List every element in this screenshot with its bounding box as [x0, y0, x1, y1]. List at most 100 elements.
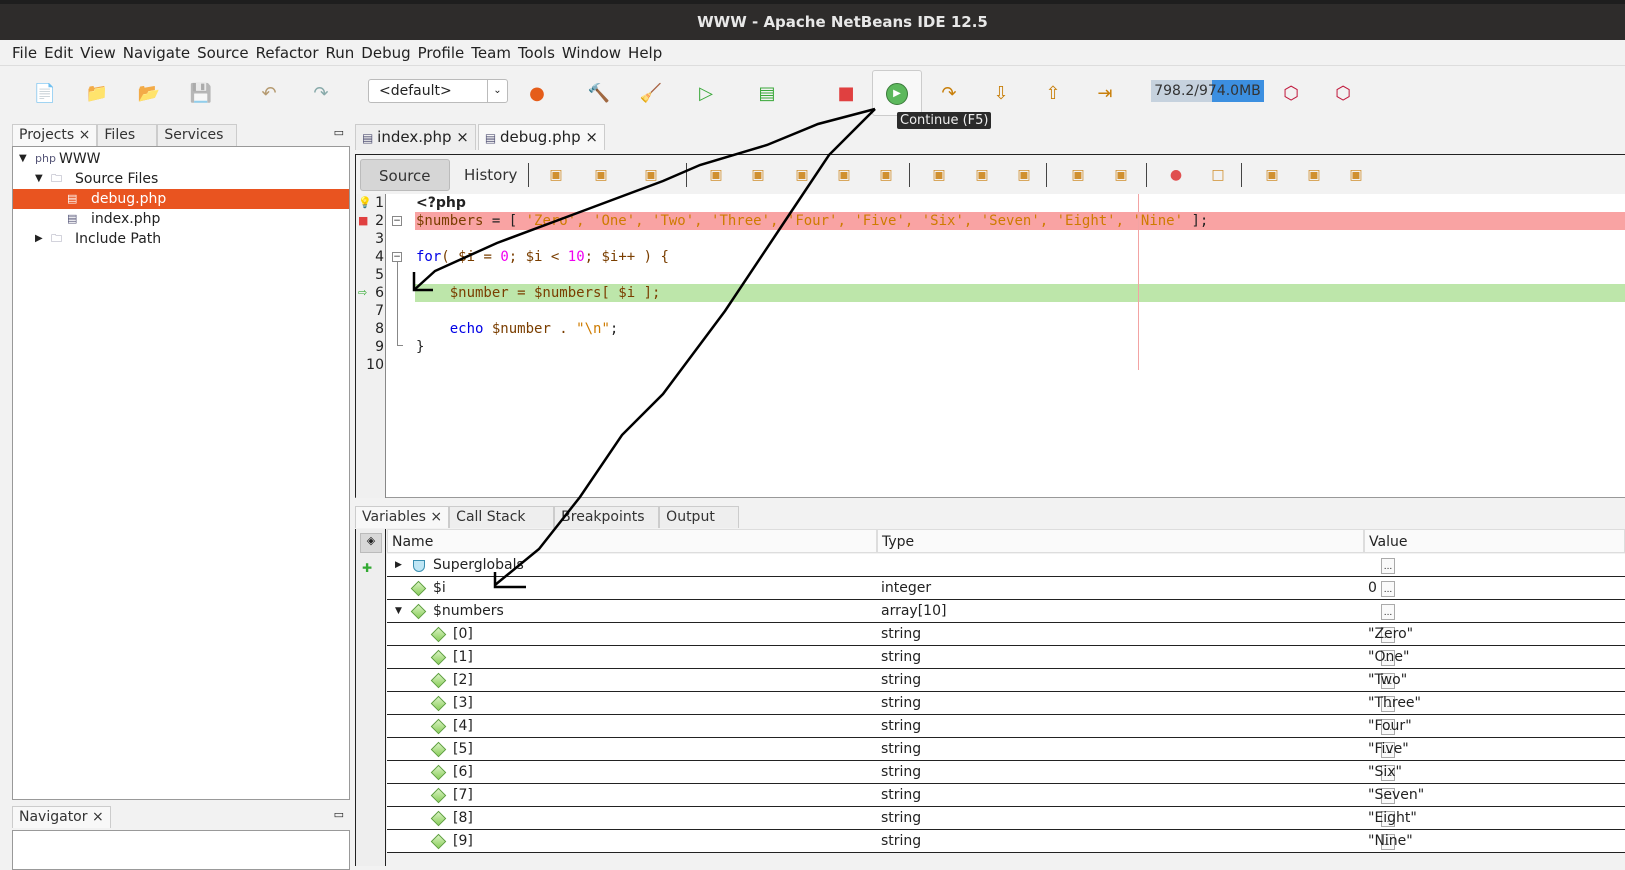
collapsed-icon[interactable]: ▶	[35, 229, 43, 249]
collapsed-icon[interactable]: ▶	[395, 554, 402, 577]
menu-navigate[interactable]: Navigate	[123, 40, 190, 65]
browser-icon[interactable]: ●	[524, 80, 550, 106]
lightbulb-icon[interactable]: 💡	[358, 194, 372, 212]
expanded-icon[interactable]: ▼	[19, 149, 27, 169]
tab-projects[interactable]: Projects ×	[12, 124, 98, 146]
tab-breakpoints[interactable]: Breakpoints	[554, 506, 660, 528]
tab-files[interactable]: Files	[97, 124, 158, 146]
menu-team[interactable]: Team	[471, 40, 511, 65]
editor-tab-debug-php[interactable]: ▤ debug.php ×	[477, 124, 605, 150]
tree-item[interactable]: ▼ php WWW	[13, 149, 349, 169]
undo-icon[interactable]: ↶	[256, 80, 282, 106]
menu-run[interactable]: Run	[326, 40, 355, 65]
table-row[interactable]: [6] string... "Six"	[387, 761, 1625, 784]
menu-file[interactable]: File	[12, 40, 37, 65]
fold-icon[interactable]: −	[392, 216, 402, 226]
comment-icon[interactable]: ▣	[1262, 165, 1282, 185]
table-row[interactable]: ▶ Superglobals...	[387, 554, 1625, 577]
tree-item[interactable]: ▤ debug.php	[13, 189, 349, 209]
tree-item[interactable]: ▶ 🗀 Include Path	[13, 229, 349, 249]
minimize-icon[interactable]: ▭	[334, 808, 344, 821]
close-icon[interactable]: ×	[452, 128, 469, 146]
find-next-icon[interactable]: ▣	[792, 165, 812, 185]
close-icon[interactable]: ×	[74, 127, 91, 143]
table-row[interactable]: [9] string... "Nine"	[387, 830, 1625, 853]
stop-macro-icon[interactable]: □	[1208, 165, 1228, 185]
redo-icon[interactable]: ↷	[308, 80, 334, 106]
tree-item[interactable]: ▤ index.php	[13, 209, 349, 229]
menu-edit[interactable]: Edit	[44, 40, 73, 65]
last-edit-icon[interactable]: ▣	[546, 165, 566, 185]
find-prev-icon[interactable]: ▣	[748, 165, 768, 185]
current-line-icon[interactable]: ⇨	[358, 284, 367, 302]
table-row[interactable]: [4] string... "Four"	[387, 715, 1625, 738]
menu-profile[interactable]: Profile	[418, 40, 465, 65]
minimize-icon[interactable]: ▭	[334, 126, 344, 139]
uncomment-icon[interactable]: ▣	[1304, 165, 1324, 185]
menu-window[interactable]: Window	[562, 40, 621, 65]
table-row[interactable]: [2] string... "Two"	[387, 669, 1625, 692]
new-file-icon[interactable]: 📄	[32, 80, 58, 106]
fold-icon[interactable]: −	[392, 252, 402, 262]
tab-source[interactable]: Source	[360, 159, 450, 191]
configuration-select[interactable]: <default> ⌄	[368, 79, 508, 103]
menu-debug[interactable]: Debug	[361, 40, 410, 65]
database-icon[interactable]: ▣	[1346, 165, 1366, 185]
profile-stop-icon[interactable]: ⬡	[1330, 80, 1356, 106]
back-icon[interactable]: ▣	[591, 165, 611, 185]
column-value[interactable]: Value	[1364, 529, 1625, 553]
table-row[interactable]: [5] string... "Five"	[387, 738, 1625, 761]
forward-icon[interactable]: ▣	[641, 165, 661, 185]
shift-left-icon[interactable]: ▣	[1068, 165, 1088, 185]
tab-history[interactable]: History	[446, 159, 535, 191]
expanded-icon[interactable]: ▼	[35, 169, 43, 189]
tab-services[interactable]: Services	[157, 124, 238, 146]
tree-item[interactable]: ▼ 🗀 Source Files	[13, 169, 349, 189]
table-row[interactable]: [0] string... "Zero"	[387, 623, 1625, 646]
editor-tab-index-php[interactable]: ▤ index.php ×	[355, 124, 476, 150]
menu-help[interactable]: Help	[628, 40, 662, 65]
profile-icon[interactable]: ⬡	[1278, 80, 1304, 106]
watch-toggle-icon[interactable]: ◈	[360, 533, 382, 553]
run-to-cursor-icon[interactable]: ⇥	[1092, 80, 1118, 106]
table-row[interactable]: [3] string... "Three"	[387, 692, 1625, 715]
tab-call-stack[interactable]: Call Stack	[449, 506, 555, 528]
column-type[interactable]: Type	[877, 529, 1364, 553]
close-icon[interactable]: ×	[581, 128, 598, 146]
table-row[interactable]: ▼ $numbers array[10]...	[387, 600, 1625, 623]
find-icon[interactable]: ▣	[706, 165, 726, 185]
menu-refactor[interactable]: Refactor	[256, 40, 319, 65]
table-row[interactable]: [8] string... "Eight"	[387, 807, 1625, 830]
open-project-icon[interactable]: 📂	[136, 80, 162, 106]
step-out-icon[interactable]: ⇧	[1040, 80, 1066, 106]
value-editor-button[interactable]: ...	[1381, 581, 1395, 597]
save-all-icon[interactable]: 💾	[188, 80, 214, 106]
code-editor[interactable]: 1 2 3 4 5 6 7 8 9 10 💡 ■ ⇨ <?php $numbers = [ 'Zero'…	[355, 194, 1625, 498]
close-icon[interactable]: ×	[426, 509, 442, 525]
step-into-icon[interactable]: ⇩	[988, 80, 1014, 106]
expanded-icon[interactable]: ▼	[395, 600, 402, 623]
menu-view[interactable]: View	[80, 40, 116, 65]
tab-navigator[interactable]: Navigator ×	[12, 806, 111, 828]
rect-select-icon[interactable]: ▣	[876, 165, 896, 185]
column-name[interactable]: Name	[387, 529, 877, 553]
memory-gauge[interactable]: 798.2/974.0MB	[1151, 80, 1264, 102]
tab-output[interactable]: Output	[659, 506, 740, 528]
next-bookmark-icon[interactable]: ▣	[972, 165, 992, 185]
record-macro-icon[interactable]: ●	[1166, 165, 1186, 185]
table-row[interactable]: [1] string... "One"	[387, 646, 1625, 669]
table-row[interactable]: $i integer... 0	[387, 577, 1625, 600]
new-project-icon[interactable]: 📁	[84, 80, 110, 106]
value-editor-button[interactable]: ...	[1381, 604, 1395, 620]
continue-button[interactable]: ▶	[872, 70, 922, 116]
prev-bookmark-icon[interactable]: ▣	[929, 165, 949, 185]
new-watch-icon[interactable]: ✚	[362, 561, 372, 575]
toggle-bookmark-icon[interactable]: ▣	[1014, 165, 1034, 185]
clean-build-icon[interactable]: 🧹	[638, 80, 664, 106]
build-icon[interactable]: 🔨	[586, 80, 612, 106]
value-editor-button[interactable]: ...	[1381, 558, 1395, 574]
debug-project-icon[interactable]: ▤	[754, 80, 780, 106]
toggle-highlight-icon[interactable]: ▣	[834, 165, 854, 185]
menu-source[interactable]: Source	[197, 40, 249, 65]
tab-variables[interactable]: Variables ×	[355, 506, 450, 528]
